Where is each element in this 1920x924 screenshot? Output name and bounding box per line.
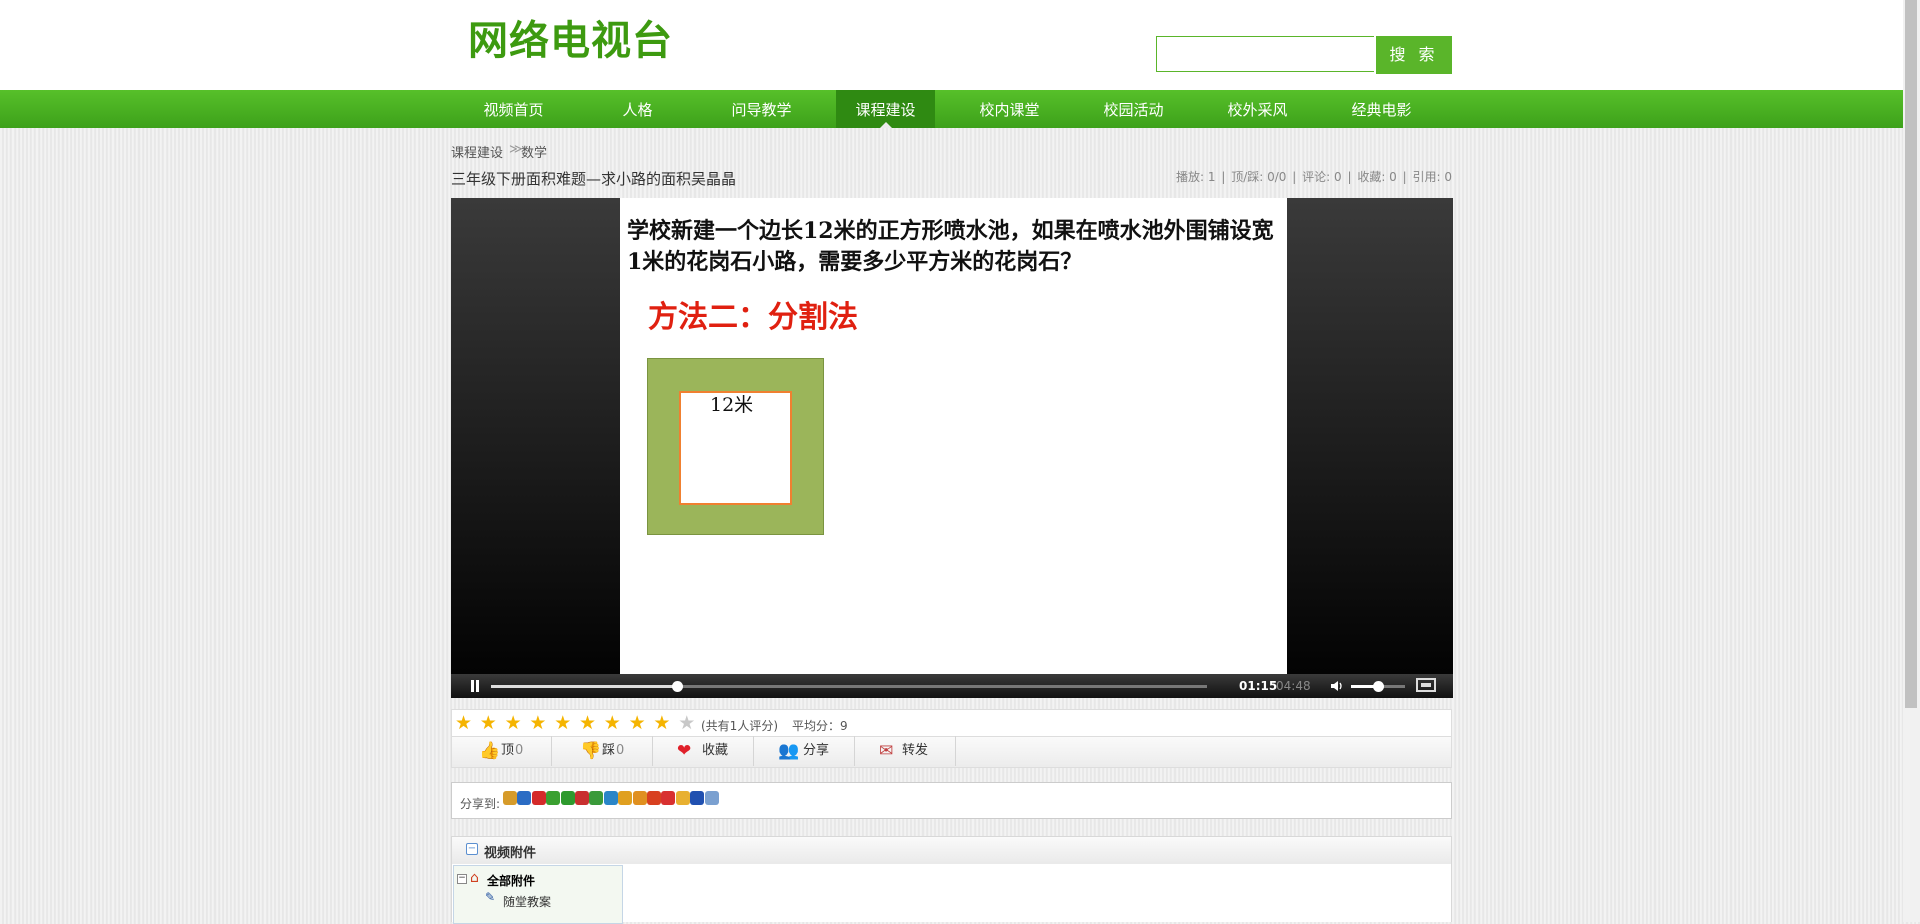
- progress-fill: [491, 685, 678, 688]
- tencent-icon[interactable]: [603, 791, 618, 805]
- progress-bar[interactable]: [491, 681, 1207, 692]
- scrollbar-thumb[interactable]: [1905, 0, 1917, 708]
- nav-item-personality[interactable]: 人格: [588, 90, 687, 128]
- pause-icon[interactable]: [470, 680, 480, 692]
- taojianghu-icon[interactable]: [661, 791, 676, 805]
- search-input[interactable]: [1156, 36, 1374, 72]
- stat-separator: |: [1347, 170, 1352, 184]
- stat-citations: 引用: 0: [1412, 170, 1453, 184]
- rating-star[interactable]: ★: [604, 713, 621, 733]
- baidu-icon[interactable]: [517, 791, 532, 805]
- total-time: 04:48: [1276, 679, 1311, 693]
- box-icon[interactable]: [675, 791, 690, 805]
- site-header: [0, 0, 1903, 90]
- weibo-icon[interactable]: [531, 791, 546, 805]
- slide-method-title: 方法二：分割法: [648, 300, 858, 335]
- volume-slider[interactable]: [1351, 681, 1405, 692]
- renren-icon[interactable]: [575, 791, 589, 805]
- rating-star[interactable]: ★: [529, 713, 546, 733]
- nav-item-guided-teaching[interactable]: 问导教学: [712, 90, 811, 128]
- stat-separator: |: [1292, 170, 1297, 184]
- rating-star[interactable]: ★: [653, 713, 670, 733]
- fullscreen-icon[interactable]: [1416, 678, 1436, 692]
- rating-star[interactable]: ★: [579, 713, 596, 733]
- stat-plays: 播放: 1: [1176, 170, 1216, 184]
- share-button[interactable]: 👥 分享: [754, 736, 855, 766]
- heart-icon: ❤: [677, 741, 692, 761]
- rating-bar: [451, 709, 1452, 737]
- nav-item-course-building[interactable]: 课程建设: [836, 90, 935, 128]
- envelope-icon: ✉: [879, 741, 894, 761]
- rating-star[interactable]: ★: [480, 713, 497, 733]
- video-title: 三年级下册面积难题—求小路的面积吴晶晶: [451, 170, 737, 188]
- 163-icon[interactable]: [632, 791, 647, 805]
- clover-icon[interactable]: [560, 791, 575, 805]
- rating-average: 平均分：9: [792, 719, 848, 733]
- site-logo[interactable]: 网络电视台: [468, 8, 673, 66]
- video-stats: 播放: 1 | 顶/踩: 0/0 | 评论: 0 | 收藏: 0 | 引用: 0: [1176, 168, 1454, 185]
- stat-separator: |: [1221, 170, 1226, 184]
- document-icon: ✎: [485, 890, 496, 904]
- tree-root-all-attachments[interactable]: 全部附件: [487, 872, 535, 889]
- current-time: 01:15: [1239, 679, 1278, 693]
- favorite-button[interactable]: ❤ 收藏: [653, 736, 754, 766]
- home-icon: ⌂: [470, 870, 479, 886]
- breadcrumb-parent[interactable]: 课程建设: [451, 142, 503, 161]
- tree-collapse-icon[interactable]: −: [457, 874, 467, 884]
- stat-comments: 评论: 0: [1302, 170, 1342, 184]
- stat-up-down: 顶/踩: 0/0: [1231, 170, 1287, 184]
- rating-summary: (共有1人评分): [701, 719, 778, 733]
- stat-separator: |: [1402, 170, 1407, 184]
- rating-star[interactable]: ★: [505, 713, 522, 733]
- flag-icon[interactable]: [690, 791, 705, 805]
- kaixin-icon[interactable]: [546, 791, 561, 805]
- search-button[interactable]: 搜 索: [1376, 36, 1452, 74]
- attachments-title: 视频附件: [484, 846, 537, 861]
- tree-item-lesson-plan[interactable]: 随堂教案: [503, 893, 551, 910]
- volume-icon[interactable]: [1330, 679, 1344, 693]
- forward-button[interactable]: ✉ 转发: [855, 736, 956, 766]
- taobao-icon[interactable]: [647, 791, 661, 805]
- main-nav: 视频首页 人格 问导教学 课程建设 校内课堂 校园活动 校外采风 经典电影: [0, 90, 1903, 128]
- rating-star[interactable]: ★: [554, 713, 571, 733]
- volume-handle[interactable]: [1373, 681, 1384, 692]
- sohu-icon[interactable]: [618, 791, 633, 805]
- breadcrumb-current[interactable]: 数学: [521, 142, 547, 161]
- rating-star[interactable]: ★: [629, 713, 646, 733]
- nav-item-campus-class[interactable]: 校内课堂: [960, 90, 1059, 128]
- square-side-label: 12米: [710, 394, 754, 416]
- users-icon: 👥: [778, 741, 800, 761]
- downvote-button[interactable]: 👎 踩 0: [552, 736, 653, 766]
- qzone-icon[interactable]: [503, 791, 517, 805]
- nav-item-classic-movies[interactable]: 经典电影: [1332, 90, 1431, 128]
- rating-star[interactable]: ★: [678, 713, 695, 733]
- thumb-down-icon: 👎: [580, 741, 602, 761]
- upvote-button[interactable]: 👍 顶 0: [451, 736, 552, 766]
- collapse-icon[interactable]: −: [466, 843, 478, 855]
- douban-icon[interactable]: [589, 791, 604, 805]
- nav-item-video-home[interactable]: 视频首页: [464, 90, 563, 128]
- attachments-header: [451, 836, 1452, 866]
- rating-star[interactable]: ★: [455, 713, 472, 733]
- nav-item-field-trips[interactable]: 校外采风: [1208, 90, 1307, 128]
- share-label: 分享到:: [460, 797, 501, 811]
- stat-favorites: 收藏: 0: [1357, 170, 1397, 184]
- thumb-up-icon: 👍: [479, 741, 501, 761]
- slide-question: 学校新建一个边长12米的正方形喷水池，如果在喷水池外围铺设宽1米的花岗石小路，需…: [627, 218, 1274, 275]
- nav-item-campus-activities[interactable]: 校园活动: [1084, 90, 1183, 128]
- globe-icon[interactable]: [704, 791, 719, 805]
